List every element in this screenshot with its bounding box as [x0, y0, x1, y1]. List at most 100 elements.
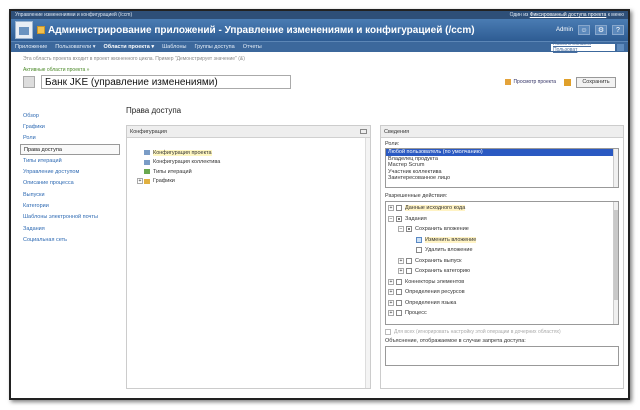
window-user-info: Один из Фиксированный доступа проекта к … — [509, 12, 624, 18]
main-nav: Приложение Пользователи ▾ Области проект… — [11, 41, 628, 53]
permissions-label: Разрешенные действия: — [385, 193, 448, 199]
user-name[interactable]: Admin — [556, 27, 573, 33]
checkbox[interactable] — [396, 289, 402, 296]
reason-textarea[interactable] — [385, 346, 619, 366]
left-nav-access-control[interactable]: Управление доступом — [20, 166, 120, 177]
search-icon[interactable] — [617, 43, 624, 51]
tree-item-project-config[interactable]: Конфигурация проекта — [137, 148, 370, 158]
collapse-icon[interactable]: − — [388, 215, 394, 222]
window-title-bar: Управление изменениями и конфигурацией (… — [11, 11, 628, 19]
permission-item[interactable]: + Процесс — [386, 308, 618, 319]
permission-item[interactable]: + Сохранить выпуск — [386, 256, 618, 267]
role-item[interactable]: Заинтересованное лицо — [386, 175, 618, 182]
left-nav-process-description[interactable]: Описание процесса — [20, 178, 120, 189]
configuration-panel: Конфигурация Конфигурация проекта Конфиг… — [126, 125, 371, 389]
expand-icon[interactable]: + — [137, 178, 143, 185]
permission-item[interactable]: + Сохранить категорию — [386, 266, 618, 277]
gear-icon[interactable]: ⚙ — [595, 25, 607, 35]
help-icon[interactable]: ? — [612, 25, 624, 35]
configuration-tree: Конфигурация проекта Конфигурация коллек… — [127, 138, 370, 186]
left-nav-iteration-types[interactable]: Типы итераций — [20, 155, 120, 166]
save-button[interactable]: Сохранить — [576, 76, 616, 88]
left-nav-timelines[interactable]: Графики — [20, 121, 120, 132]
left-nav-email-templates[interactable]: Шаблоны электронной почты — [20, 212, 120, 223]
lifecycle-notice: Эта область проекта входит в проект жизн… — [23, 56, 245, 62]
roles-label: Роли: — [385, 141, 400, 147]
left-nav-work-items[interactable]: Задания — [20, 223, 120, 234]
permission-item[interactable]: − Задания — [386, 214, 618, 225]
left-nav-social[interactable]: Социальная сеть — [20, 234, 120, 245]
permission-item[interactable]: + Определения языка — [386, 298, 618, 309]
access-link[interactable]: Фиксированный доступа проекта — [530, 12, 607, 18]
nav-item-templates[interactable]: Шаблоны — [162, 44, 186, 50]
configuration-header: Конфигурация — [127, 126, 370, 138]
permission-item[interactable]: + Данные исходного кода — [386, 203, 618, 214]
window-title: Управление изменениями и конфигурацией (… — [15, 12, 133, 18]
reason-label: Объяснение, отображаемое в случае запрет… — [385, 338, 526, 344]
permission-item[interactable]: Удалить вложение — [386, 245, 618, 256]
project-name-field[interactable]: Банк JKE (управление изменениями) — [41, 75, 291, 89]
nav-item-reports[interactable]: Отчеты — [243, 44, 262, 50]
page-title: Права доступа — [126, 106, 182, 115]
checkbox[interactable] — [416, 236, 422, 243]
roles-scrollbar[interactable] — [613, 149, 618, 187]
tree-item-team-config[interactable]: Конфигурация коллектива — [137, 158, 370, 168]
left-nav-releases[interactable]: Выпуски — [20, 189, 120, 200]
iteration-icon — [144, 169, 150, 175]
checkbox[interactable] — [406, 268, 412, 275]
checkbox[interactable] — [396, 205, 402, 212]
checkbox[interactable] — [396, 299, 402, 306]
configuration-scrollbar[interactable] — [365, 138, 370, 388]
checkbox[interactable] — [406, 226, 412, 233]
collapse-icon[interactable]: − — [398, 226, 404, 233]
nav-item-project-areas[interactable]: Области проекта ▾ — [103, 44, 154, 50]
permissions-scrollbar[interactable] — [613, 202, 618, 324]
permission-item[interactable]: − Сохранить вложение — [386, 224, 618, 235]
timeline-icon — [144, 178, 150, 184]
nav-item-access-groups[interactable]: Группы доступа — [194, 44, 234, 50]
checkbox[interactable] — [396, 278, 402, 285]
permission-item[interactable]: + Коннекторы элементов — [386, 277, 618, 288]
permission-item[interactable]: + Определения ресурсов — [386, 287, 618, 298]
left-nav-categories[interactable]: Категории — [20, 200, 120, 211]
inherit-option[interactable]: Для всех (игнорировать настройку этой оп… — [381, 325, 623, 337]
left-nav-overview[interactable]: Обзор — [20, 110, 120, 121]
checkbox[interactable] — [416, 247, 422, 254]
app-banner: Администрирование приложений - Управлени… — [11, 19, 628, 41]
expand-icon[interactable]: + — [388, 278, 394, 285]
wrench-icon[interactable] — [564, 78, 571, 86]
left-nav-roles[interactable]: Роли — [20, 133, 120, 144]
search-input[interactable]: Поиск в области Пользоват — [551, 41, 615, 53]
home-icon[interactable] — [15, 21, 33, 39]
checkbox[interactable] — [396, 310, 402, 317]
expand-icon[interactable]: + — [398, 257, 404, 264]
expand-icon[interactable]: + — [388, 289, 394, 296]
expand-icon[interactable]: + — [388, 205, 394, 212]
expand-icon[interactable]: + — [398, 268, 404, 275]
nav-item-users[interactable]: Пользователи ▾ — [55, 44, 95, 50]
permission-item[interactable]: Изменить вложение — [386, 235, 618, 246]
inherit-checkbox[interactable] — [385, 329, 391, 335]
preview-icon — [505, 79, 512, 85]
preview-project-link[interactable]: Просмотр проекта — [505, 79, 556, 85]
permissions-tree: + Данные исходного кода − Задания − Сохр… — [385, 201, 619, 325]
nav-item-applications[interactable]: Приложение — [15, 44, 47, 50]
config-icon — [144, 150, 150, 156]
expand-icon[interactable]: + — [388, 299, 394, 306]
expand-icon[interactable]: + — [388, 310, 394, 317]
project-icon — [23, 76, 35, 88]
left-nav: Обзор Графики Роли Права доступа Типы ит… — [20, 110, 120, 246]
admin-icon — [37, 26, 45, 34]
checkbox[interactable] — [396, 215, 402, 222]
left-nav-permissions[interactable]: Права доступа — [20, 143, 120, 156]
team-icon — [144, 159, 150, 165]
roles-list[interactable]: Любой пользователь (по умолчанию) Владел… — [385, 148, 619, 188]
tree-item-iteration-types[interactable]: Типы итераций — [137, 167, 370, 177]
tree-item-timelines[interactable]: + Графики — [137, 177, 370, 187]
breadcrumb[interactable]: Активные области проекта » — [11, 67, 628, 73]
people-icon[interactable]: ☺ — [578, 25, 590, 35]
page-banner-title: Администрирование приложений - Управлени… — [37, 25, 556, 36]
checkbox[interactable] — [406, 257, 412, 264]
layout-icon[interactable] — [360, 129, 367, 134]
details-header: Сведения — [381, 126, 623, 138]
